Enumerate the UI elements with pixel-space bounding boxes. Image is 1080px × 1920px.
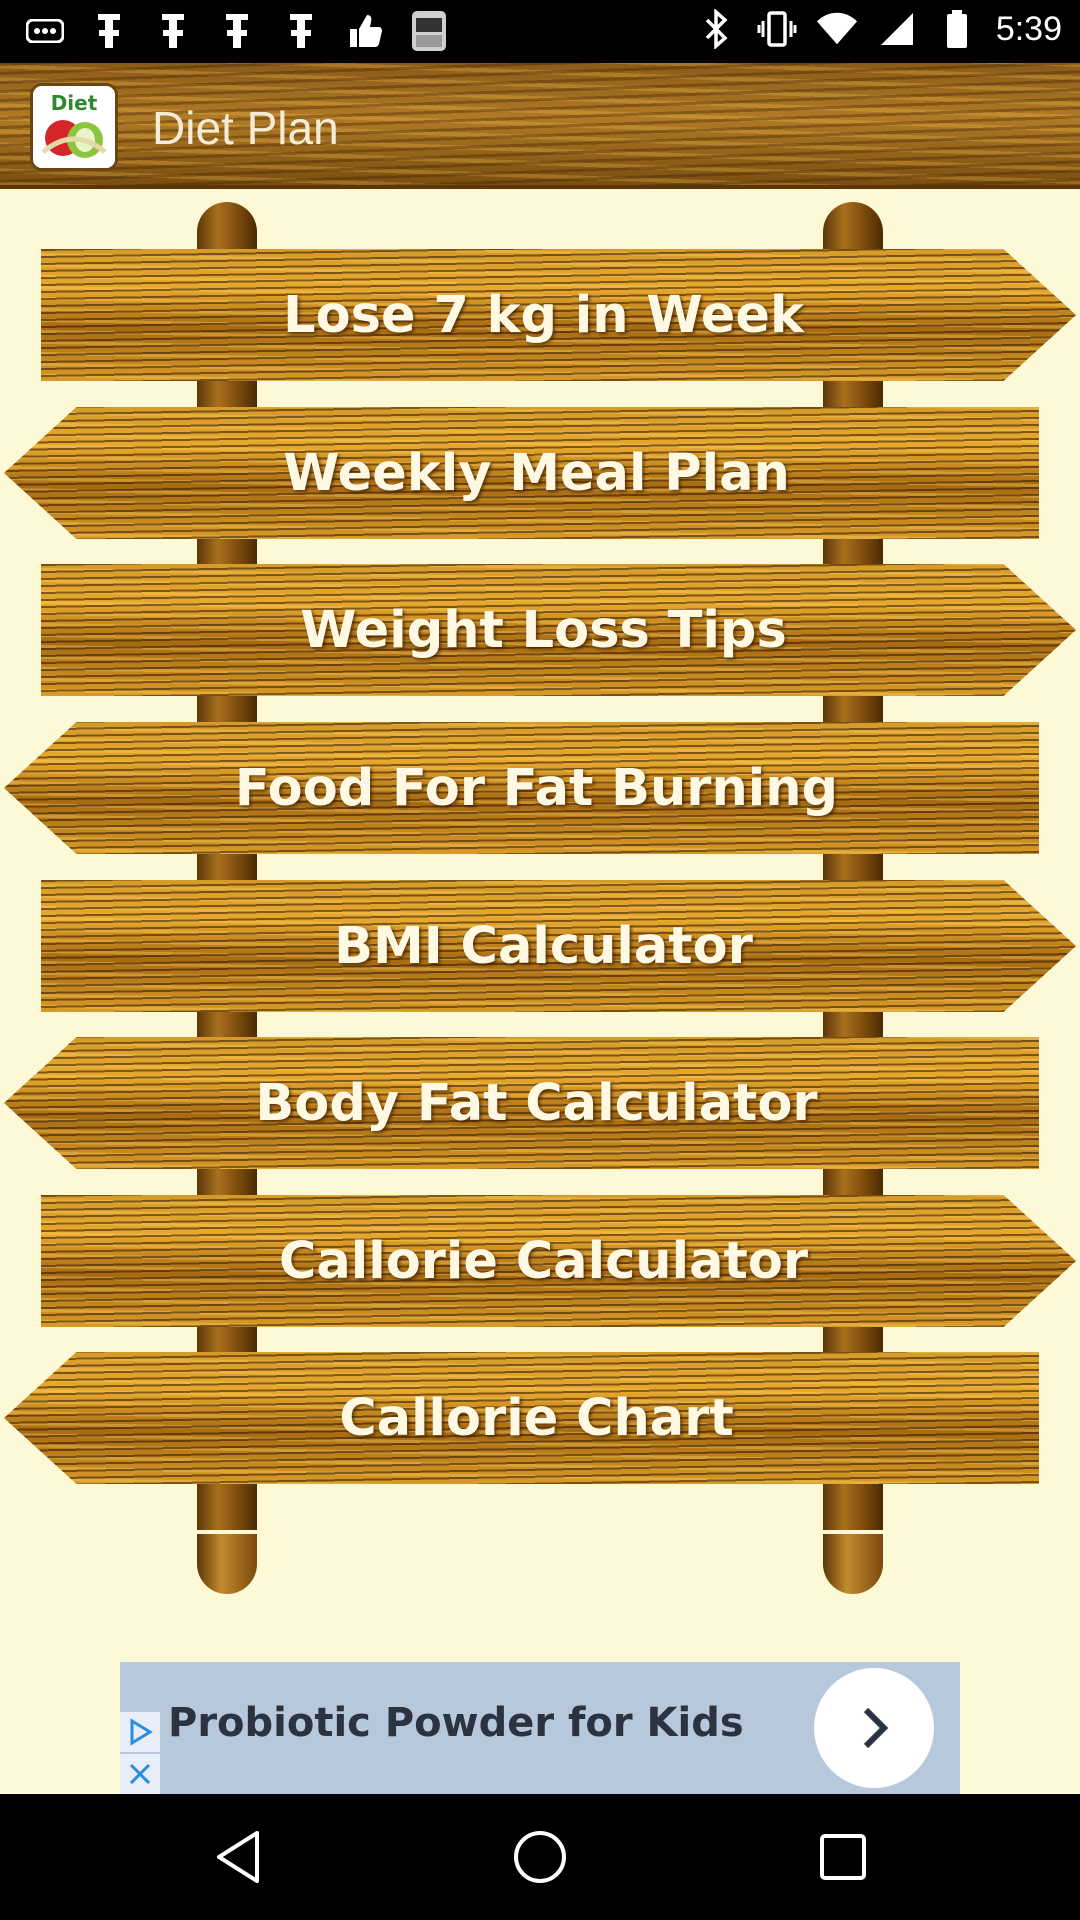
phone-app-icon [408, 10, 450, 52]
notification-icons [24, 10, 450, 52]
flash-icon [88, 10, 130, 52]
signpost-right-base [823, 1534, 883, 1594]
app-logo-text: Diet [51, 91, 98, 115]
clock: 5:39 [995, 9, 1062, 48]
flash-icon [152, 10, 194, 52]
app-logo: Diet [30, 83, 118, 171]
system-icons: 5:39 [696, 8, 1062, 50]
menu-callorie-chart-button[interactable]: Callorie Chart [4, 1352, 1039, 1484]
signpost-right [823, 202, 883, 1530]
menu-item-label: Food For Fat Burning [234, 758, 839, 818]
thumbs-up-icon [344, 10, 386, 52]
menu-item-label: Callorie Calculator [278, 1231, 809, 1291]
home-icon [514, 1831, 566, 1883]
page-title: Diet Plan [152, 102, 339, 154]
menu-item-label: Weekly Meal Plan [283, 443, 790, 503]
flash-icon [280, 10, 322, 52]
signpost-left-base [197, 1534, 257, 1594]
navigation-bar [0, 1794, 1080, 1920]
home-button[interactable] [510, 1827, 570, 1887]
menu-weight-loss-tips-button[interactable]: Weight Loss Tips [41, 564, 1076, 696]
app-bar: Diet Diet Plan [0, 63, 1080, 189]
back-button[interactable] [209, 1827, 269, 1887]
chevron-right-icon [863, 1707, 889, 1749]
menu-item-label: BMI Calculator [334, 916, 753, 976]
menu-callorie-calculator-button[interactable]: Callorie Calculator [41, 1195, 1076, 1327]
ad-open-button[interactable] [814, 1668, 934, 1788]
menu-item-label: Callorie Chart [339, 1388, 734, 1448]
back-icon [217, 1831, 259, 1883]
menu-bmi-calculator-button[interactable]: BMI Calculator [41, 880, 1076, 1012]
flash-icon [216, 10, 258, 52]
menu-item-label: Weight Loss Tips [300, 600, 787, 660]
menu-body-fat-calculator-button[interactable]: Body Fat Calculator [4, 1037, 1039, 1169]
more-icon [24, 10, 66, 52]
menu-weekly-meal-plan-button[interactable]: Weekly Meal Plan [4, 407, 1039, 539]
menu-item-label: Lose 7 kg in Week [283, 285, 804, 345]
menu-food-for-fat-burning-button[interactable]: Food For Fat Burning [4, 722, 1039, 854]
menu-lose-7kg-button[interactable]: Lose 7 kg in Week [41, 249, 1076, 381]
wifi-icon [816, 8, 858, 50]
signpost-left [197, 202, 257, 1530]
vibrate-icon [756, 8, 798, 50]
ad-choices-icon[interactable] [120, 1712, 160, 1752]
ad-close-icon[interactable] [120, 1754, 160, 1794]
signal-icon [876, 8, 918, 50]
ad-text[interactable]: Probiotic Powder for Kids [168, 1700, 744, 1746]
battery-icon [936, 8, 978, 50]
recents-button[interactable] [813, 1827, 873, 1887]
ad-banner[interactable]: Probiotic Powder for Kids [120, 1662, 960, 1794]
bluetooth-icon [696, 8, 738, 50]
recents-icon [820, 1834, 866, 1880]
menu-item-label: Body Fat Calculator [255, 1073, 818, 1133]
status-bar: 5:39 [0, 0, 1080, 63]
